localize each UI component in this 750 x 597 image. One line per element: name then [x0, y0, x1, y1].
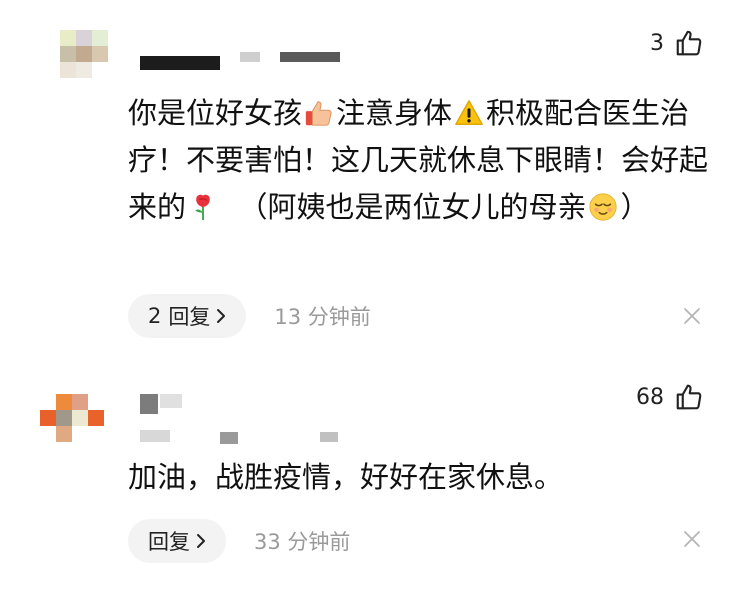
reply-button[interactable]: 2 回复 [128, 294, 247, 338]
comment-time: 33 分钟前 [254, 530, 351, 554]
comment-text: 你是位好女孩 注意身体 积极配合医生治疗！不要害怕！这几天就休息下眼睛！会好起来… [128, 90, 718, 231]
comment-footer: 2 回复 13 分钟前 [128, 294, 371, 338]
avatar[interactable] [40, 394, 104, 458]
close-icon[interactable] [682, 306, 702, 326]
comment-item: 3 你是位好女孩 注意身体 积极配合医生治疗！不要害怕！这几天就休息下眼睛！会好… [0, 0, 750, 350]
like-button[interactable]: 3 [650, 28, 704, 58]
comment-text-part: 注意身体 [336, 96, 453, 130]
reply-button[interactable]: 回复 [128, 519, 226, 563]
comment-time: 13 分钟前 [274, 305, 371, 329]
chevron-right-icon [217, 309, 226, 323]
relieved-face-emoji-icon [589, 193, 618, 221]
warning-emoji-icon [455, 100, 483, 125]
thumbs-up-emoji-icon [305, 101, 332, 126]
reply-count: 2 [148, 304, 162, 328]
reply-label: 回复 [148, 530, 190, 554]
like-count: 68 [636, 384, 664, 410]
username-redacted[interactable] [140, 394, 360, 444]
comment-text-part: 你是位好女孩 [128, 96, 303, 130]
close-icon[interactable] [682, 529, 702, 549]
username-redacted[interactable] [140, 50, 340, 70]
comment-text-part: ） [620, 190, 650, 224]
comment-text: 加油，战胜疫情，好好在家休息。 [128, 460, 564, 494]
comment-item: 68 加油，战胜疫情，好好在家休息。 回复 33 分钟前 [0, 372, 750, 597]
avatar[interactable] [60, 30, 124, 94]
comment-footer: 回复 33 分钟前 [128, 519, 350, 563]
like-button[interactable]: 68 [636, 382, 704, 412]
rose-emoji-icon [195, 194, 210, 221]
chevron-right-icon [197, 534, 205, 548]
thumbs-up-icon [676, 384, 702, 410]
thumbs-up-icon [676, 30, 702, 56]
comment-text-part: （阿姨也是两位女儿的母亲 [238, 190, 587, 224]
like-count: 3 [650, 30, 664, 56]
reply-label: 回复 [168, 305, 211, 329]
